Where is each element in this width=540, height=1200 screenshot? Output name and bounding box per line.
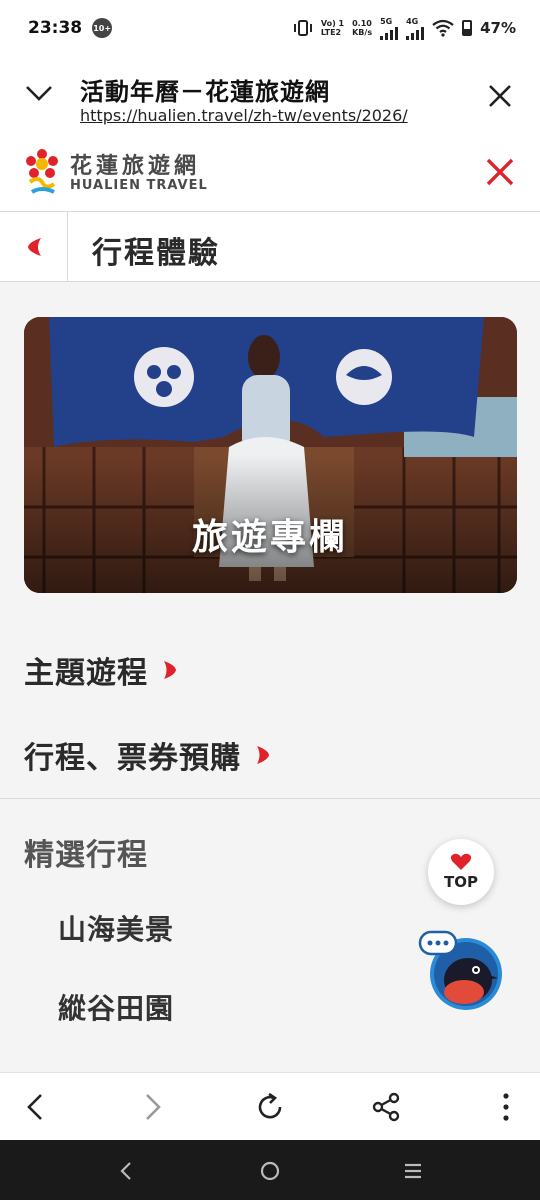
signal-bars-icon: [406, 26, 425, 40]
system-home-icon[interactable]: [259, 1160, 281, 1182]
system-recents-icon[interactable]: [402, 1160, 424, 1182]
network-type: Vo) 1 LTE2: [321, 19, 344, 37]
sim1-label: 5G: [380, 16, 393, 26]
menu-link-label: 行程、票券預購: [24, 741, 241, 776]
battery-percent: 47%: [480, 19, 516, 37]
sim1-signal: 5G: [380, 16, 399, 40]
menu-link-theme-tours[interactable]: 主題遊程: [24, 648, 178, 692]
notification-badge: 10+: [92, 18, 113, 38]
heart-icon: [450, 853, 472, 870]
network-type-top: Vo) 1: [320, 19, 345, 28]
submenu-title: 行程體驗: [92, 236, 220, 271]
chevron-left-icon: [27, 238, 41, 256]
logo-text-en: HUALIEN TRAVEL: [70, 178, 208, 193]
chat-mascot-bird-icon[interactable]: [418, 930, 504, 1012]
status-bar: 23:38 10+ Vo) 1 LTE2 0.10 KB/s 5G 4G 47%: [0, 0, 540, 56]
signal-bars-icon: [380, 26, 399, 40]
back-button[interactable]: [0, 212, 68, 282]
menu-link-ticket-booking[interactable]: 行程、票券預購: [24, 733, 271, 777]
browser-tab-header: 活動年曆－花蓮旅遊網 https://hualien.travel/zh-tw/…: [0, 56, 540, 130]
close-menu-icon[interactable]: [484, 156, 516, 188]
status-time: 23:38: [28, 18, 83, 38]
network-speed-value: 0.10: [352, 19, 372, 28]
share-icon[interactable]: [370, 1091, 402, 1123]
sim2-signal: 4G: [406, 16, 425, 40]
network-speed-unit: KB/s: [352, 28, 373, 37]
close-icon[interactable]: [486, 82, 514, 110]
sub-link-mountain-sea[interactable]: 山海美景: [58, 908, 174, 948]
chevron-right-icon: [257, 746, 269, 764]
system-navigation-bar: [0, 1140, 540, 1200]
submenu-header: 行程體驗: [0, 212, 540, 282]
chevron-right-icon: [164, 661, 176, 679]
hualien-flower-logo-icon[interactable]: [22, 148, 62, 198]
back-arrow-icon[interactable]: [20, 1091, 52, 1123]
vibrate-icon: [293, 20, 312, 36]
more-options-icon[interactable]: [490, 1091, 522, 1123]
site-header: 花蓮旅遊網 HUALIEN TRAVEL: [0, 130, 540, 212]
chevron-down-icon[interactable]: [24, 82, 54, 104]
divider: [0, 798, 540, 799]
network-speed: 0.10 KB/s: [352, 19, 372, 37]
menu-link-label: 主題遊程: [24, 656, 148, 691]
back-to-top-label: TOP: [444, 873, 478, 891]
logo-text-zh: 花蓮旅遊網: [70, 154, 201, 179]
forward-arrow-icon[interactable]: [136, 1091, 168, 1123]
browser-toolbar: [0, 1072, 540, 1140]
system-back-icon[interactable]: [116, 1160, 138, 1182]
page-url: https://hualien.travel/zh-tw/events/2026…: [80, 106, 408, 125]
back-to-top-button[interactable]: TOP: [428, 839, 494, 905]
wifi-icon: [432, 19, 454, 37]
sub-link-valley-fields[interactable]: 縱谷田園: [58, 987, 174, 1027]
page-title: 活動年曆－花蓮旅遊網: [80, 78, 330, 106]
status-indicators: Vo) 1 LTE2 0.10 KB/s 5G 4G 47%: [293, 17, 516, 40]
network-type-bottom: LTE2: [320, 28, 342, 37]
reload-icon[interactable]: [254, 1091, 286, 1123]
sim2-label: 4G: [406, 16, 419, 26]
section-title-featured: 精選行程: [24, 838, 148, 873]
battery-icon: [462, 20, 473, 36]
banner-label: 旅遊專欄: [191, 517, 348, 558]
